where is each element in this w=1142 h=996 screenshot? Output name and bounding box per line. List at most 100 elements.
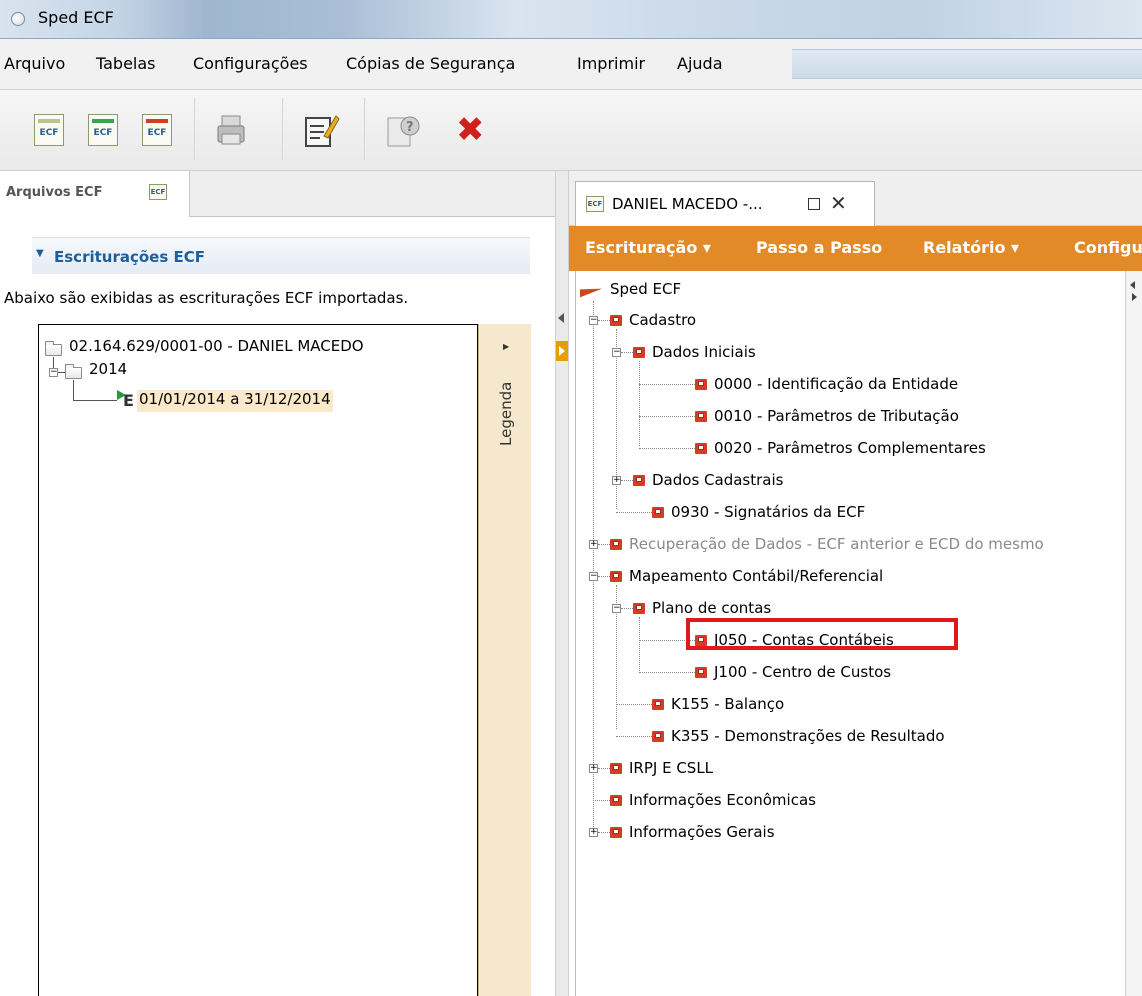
legend-label: Legenda (497, 381, 515, 446)
tree-item-mapeamento[interactable]: Mapeamento Contábil/Referencial (629, 567, 883, 585)
action-configuracoes[interactable]: Configu (1074, 238, 1142, 257)
tree-toggle-plano-de-contas[interactable]: − (612, 604, 621, 613)
register-icon (652, 730, 666, 742)
left-pane: Arquivos ECF ECF ▼ Escriturações ECF Aba… (0, 171, 555, 996)
tree-item-sped-ecf[interactable]: Sped ECF (610, 280, 681, 298)
action-passo-a-passo[interactable]: Passo a Passo (756, 238, 882, 257)
tab-arquivos-ecf-label: Arquivos ECF (6, 185, 103, 200)
folder-icon (45, 341, 62, 356)
menu-configuracoes[interactable]: Configurações (193, 54, 308, 73)
tree-line (639, 416, 695, 417)
tree-item-irpj[interactable]: IRPJ E CSLL (629, 759, 713, 777)
register-icon (695, 442, 709, 454)
folder-icon (65, 364, 82, 379)
tree-line (598, 320, 610, 321)
help-icon: ? (387, 116, 420, 147)
tree-line (621, 608, 633, 609)
scroll-left-icon[interactable] (1130, 281, 1135, 289)
action-bar: Escrituração ▾ Passo a Passo Relatório ▾… (569, 226, 1142, 271)
tree-item-k155[interactable]: K155 - Balanço (671, 695, 784, 713)
tree-line (639, 384, 695, 385)
escrituracoes-tree: 02.164.629/0001-00 - DANIEL MACEDO − 201… (38, 324, 478, 996)
register-icon (610, 314, 624, 326)
menu-bar: Arquivo Tabelas Configurações Cópias de … (0, 39, 1142, 90)
pane-splitter[interactable] (555, 171, 569, 996)
tree-toggle-irpj[interactable]: + (589, 764, 598, 773)
collapse-arrow-icon: ▼ (36, 248, 44, 259)
tree-item-year[interactable]: 2014 (89, 360, 127, 378)
tree-item-0000[interactable]: 0000 - Identificação da Entidade (714, 375, 958, 393)
title-bar: Sped ECF (0, 0, 1142, 39)
escrituracao-tree: Sped ECF − Cadastro − Dados Iniciais 000… (575, 271, 1126, 996)
menu-tabelas[interactable]: Tabelas (96, 54, 156, 73)
delete-ecf-button[interactable]: ECF (138, 110, 178, 150)
action-relatorio[interactable]: Relatório ▾ (923, 238, 1019, 257)
register-icon (610, 794, 624, 806)
scroll-right-icon[interactable] (1132, 293, 1137, 301)
tree-line (616, 736, 652, 737)
tree-line (639, 672, 695, 673)
right-pane: ECF DANIEL MACEDO -... ✕ Escrituração ▾ … (569, 171, 1142, 996)
horizontal-scroll-buttons[interactable] (1125, 271, 1142, 996)
tree-toggle-mapeamento[interactable]: − (589, 572, 598, 581)
tree-item-dados-cadastrais[interactable]: Dados Cadastrais (652, 471, 783, 489)
tree-line (593, 800, 610, 801)
tree-item-j100[interactable]: J100 - Centro de Custos (714, 663, 891, 681)
register-icon (633, 346, 647, 358)
new-ecf-button[interactable]: ECF (30, 110, 70, 150)
tree-item-0010[interactable]: 0010 - Parâmetros de Tributação (714, 407, 959, 425)
close-tab-icon[interactable]: ✕ (830, 191, 847, 215)
triangle-right-icon: ▶ (503, 342, 510, 351)
tree-item-info-gerais[interactable]: Informações Gerais (629, 823, 775, 841)
register-icon (652, 506, 666, 518)
tree-line (73, 380, 74, 400)
tab-arquivos-ecf[interactable]: Arquivos ECF ECF (0, 171, 190, 217)
tree-line (598, 576, 610, 577)
tree-toggle-cadastro[interactable]: − (589, 316, 598, 325)
tab-daniel-macedo[interactable]: ECF DANIEL MACEDO -... ✕ (575, 181, 875, 226)
tree-item-0930[interactable]: 0930 - Signatários da ECF (671, 503, 865, 521)
tree-line (598, 544, 610, 545)
editor-tab-strip: ECF DANIEL MACEDO -... ✕ (569, 171, 1142, 226)
tree-item-dados-iniciais[interactable]: Dados Iniciais (652, 343, 756, 361)
register-icon (695, 410, 709, 422)
help-button[interactable]: ? (382, 110, 422, 150)
register-icon (610, 570, 624, 582)
maximize-icon[interactable] (808, 198, 820, 210)
tree-toggle-year[interactable]: − (49, 368, 58, 377)
close-ecf-button[interactable]: ✖ (448, 110, 488, 150)
tree-item-company[interactable]: 02.164.629/0001-00 - DANIEL MACEDO (69, 337, 364, 355)
collapse-left-icon[interactable] (558, 313, 564, 323)
print-button[interactable] (212, 110, 252, 150)
tree-toggle-info-gerais[interactable]: + (589, 828, 598, 837)
ecf-file-icon: ECF (586, 196, 604, 212)
edit-button[interactable] (300, 110, 340, 150)
tree-toggle-dados-cadastrais[interactable]: + (612, 476, 621, 485)
tree-item-recuperacao[interactable]: Recuperação de Dados - ECF anterior e EC… (629, 535, 1044, 553)
left-tab-strip: Arquivos ECF ECF (0, 171, 555, 217)
tree-item-plano-de-contas[interactable]: Plano de contas (652, 599, 771, 617)
legend-bar[interactable]: ▶ Legenda (478, 324, 531, 996)
menu-ajuda[interactable]: Ajuda (677, 54, 723, 73)
app-icon (11, 12, 25, 26)
menu-copias-de-seguranca[interactable]: Cópias de Segurança (346, 54, 515, 73)
section-header-escrituracoes[interactable]: ▼ Escriturações ECF (32, 237, 530, 274)
tree-item-k355[interactable]: K355 - Demonstrações de Resultado (671, 727, 945, 745)
section-description: Abaixo são exibidas as escriturações ECF… (4, 289, 409, 307)
tree-toggle-dados-iniciais[interactable]: − (612, 348, 621, 357)
printer-icon (217, 115, 245, 145)
sped-root-icon (580, 285, 602, 295)
toolbar-separator (364, 98, 366, 160)
tree-item-cadastro[interactable]: Cadastro (629, 311, 696, 329)
register-icon (633, 602, 647, 614)
tree-item-period[interactable]: 01/01/2014 a 31/12/2014 (137, 390, 333, 412)
tree-item-0020[interactable]: 0020 - Parâmetros Complementares (714, 439, 986, 457)
edit-icon (305, 115, 340, 147)
highlight-box (686, 618, 958, 650)
tree-item-info-economicas[interactable]: Informações Econômicas (629, 791, 816, 809)
action-escrituracao[interactable]: Escrituração ▾ (585, 238, 711, 257)
tree-toggle-recuperacao[interactable]: + (589, 540, 598, 549)
menu-arquivo[interactable]: Arquivo (4, 54, 65, 73)
import-ecf-button[interactable]: ECF (84, 110, 124, 150)
menu-imprimir[interactable]: Imprimir (577, 54, 645, 73)
